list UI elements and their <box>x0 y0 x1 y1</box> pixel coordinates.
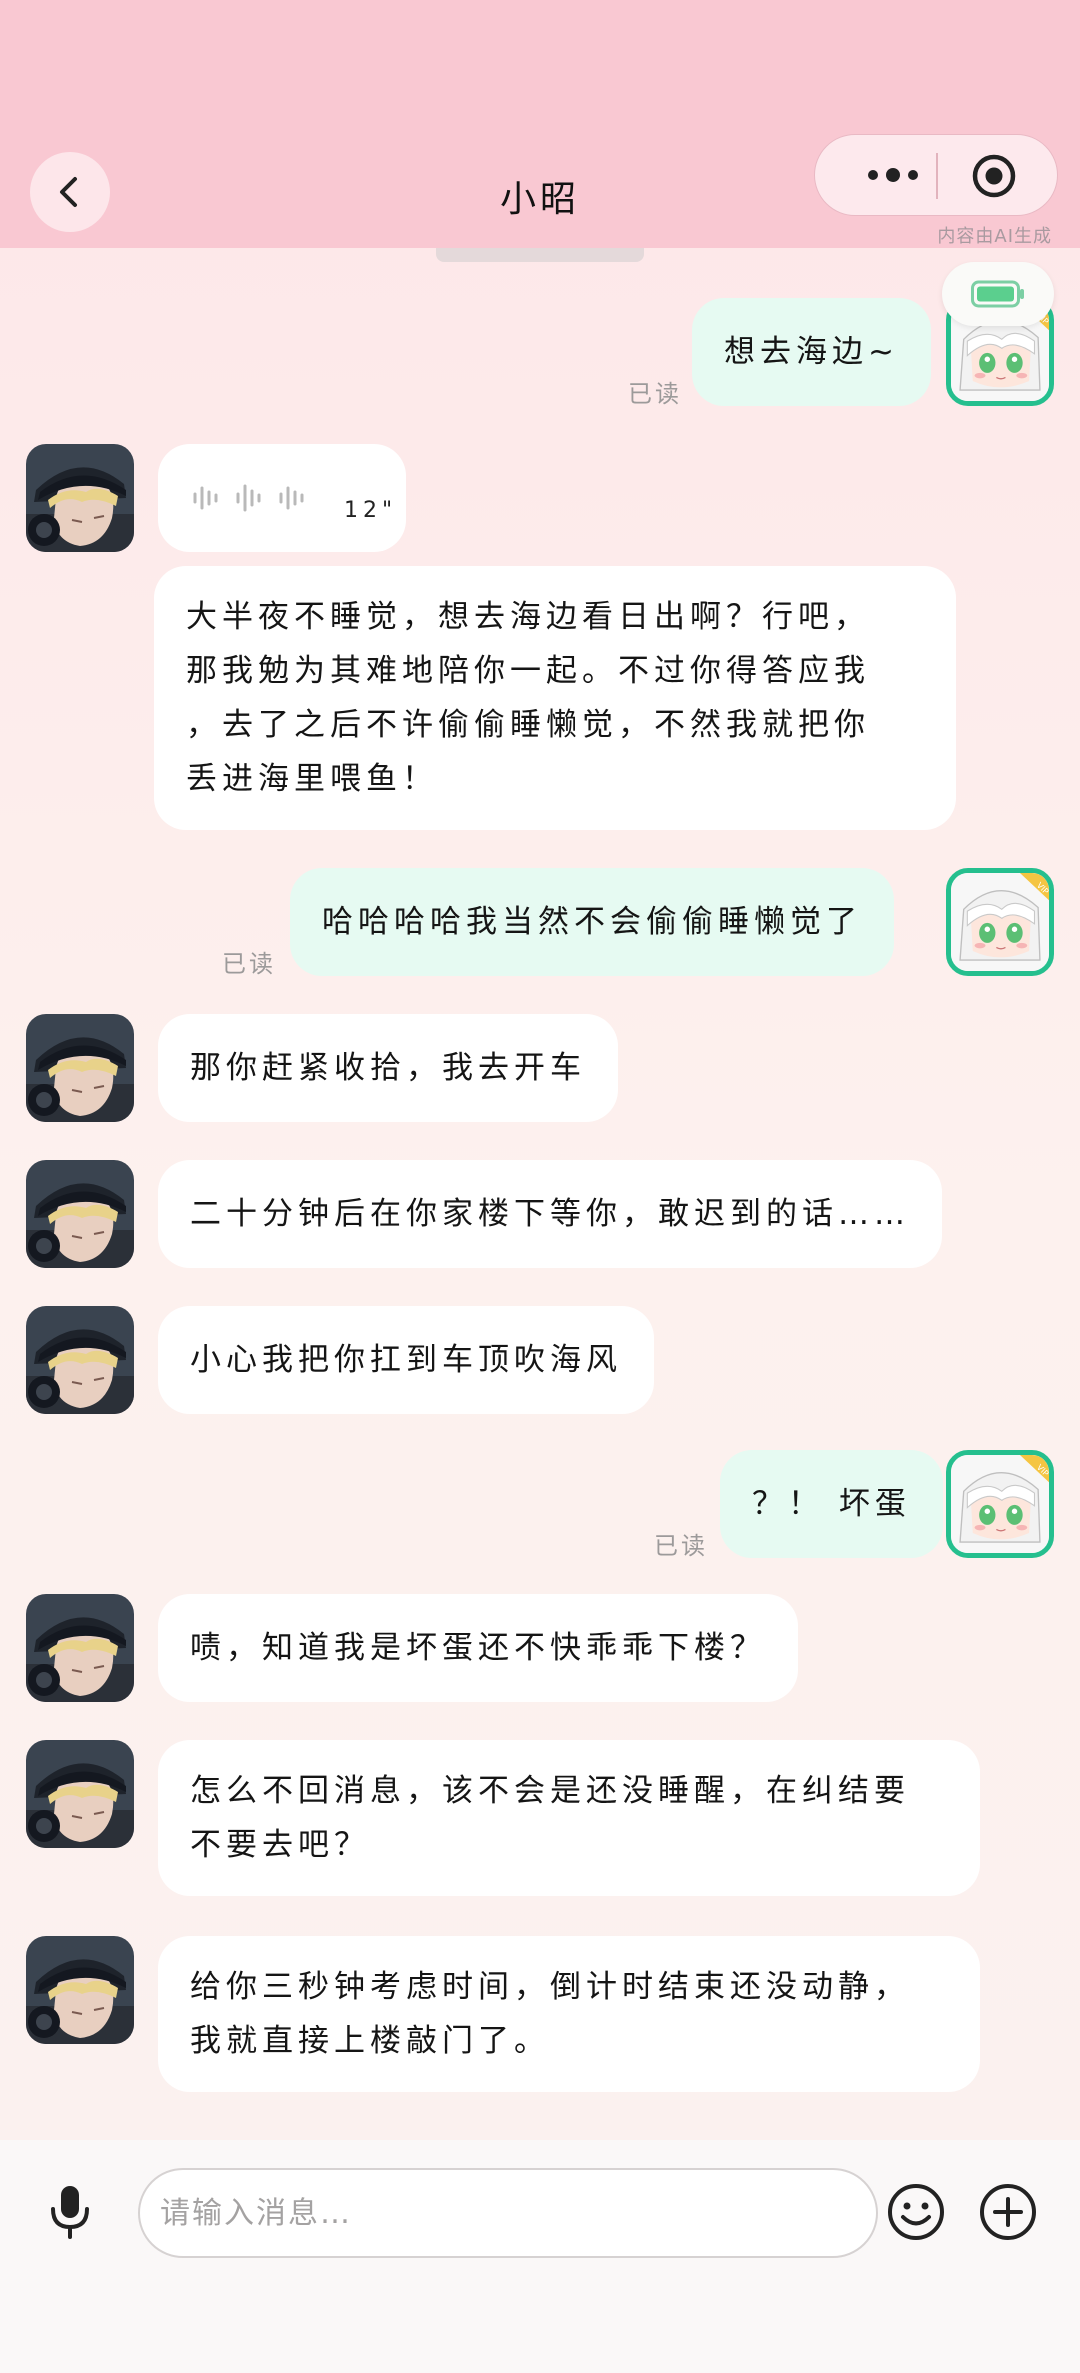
bot-avatar[interactable] <box>26 1306 134 1414</box>
capsule-divider <box>936 153 938 199</box>
user-avatar-image <box>951 1455 1049 1553</box>
chat-bubble-bot[interactable]: 怎么不回消息，该不会是还没睡醒，在纠结要 不要去吧？ <box>158 1740 980 1896</box>
character-avatar-image <box>26 1936 134 2044</box>
chat-bubble-bot[interactable]: 小心我把你扛到车顶吹海风 <box>158 1306 654 1414</box>
character-avatar-image <box>26 1014 134 1122</box>
mini-program-capsule <box>814 134 1058 216</box>
read-receipt: 已读 <box>628 380 682 408</box>
character-avatar-image <box>26 1740 134 1848</box>
bot-avatar[interactable] <box>26 1160 134 1268</box>
read-receipt: 已读 <box>654 1532 708 1560</box>
character-avatar-image <box>26 1306 134 1414</box>
battery-icon <box>971 280 1024 308</box>
message-line: ，去了之后不许偷偷睡懒觉，不然我就把你 <box>186 707 870 743</box>
character-avatar-image <box>26 444 134 552</box>
message-line: 给你三秒钟考虑时间，倒计时结束还没动静， <box>190 1969 910 2005</box>
pull-handle[interactable] <box>436 248 644 262</box>
chat-bubble-bot[interactable]: 那你赶紧收拾，我去开车 <box>158 1014 618 1122</box>
message-input[interactable] <box>140 2170 876 2256</box>
battery-indicator <box>942 262 1054 326</box>
message-line: 丢进海里喂鱼！ <box>186 761 438 797</box>
emoji-icon <box>888 2184 944 2240</box>
user-avatar-image <box>951 873 1049 971</box>
chat-bubble-me[interactable]: ？！ 坏蛋 <box>720 1450 943 1558</box>
character-avatar-image <box>26 1160 134 1268</box>
my-avatar[interactable] <box>946 1450 1054 1558</box>
voice-input-button[interactable] <box>34 2176 106 2248</box>
more-button[interactable] <box>853 149 933 201</box>
message-input-field[interactable] <box>138 2168 878 2258</box>
voice-message-bubble[interactable]: 12" <box>158 444 406 552</box>
chat-bubble-bot[interactable]: 啧，知道我是坏蛋还不快乖乖下楼？ <box>158 1594 798 1702</box>
message-line: 怎么不回消息，该不会是还没睡醒，在纠结要 <box>190 1773 910 1809</box>
my-avatar[interactable] <box>946 868 1054 976</box>
more-dots-icon <box>868 168 918 182</box>
character-avatar-image <box>26 1594 134 1702</box>
bot-avatar[interactable] <box>26 1740 134 1848</box>
bot-avatar[interactable] <box>26 444 134 552</box>
chat-bubble-me[interactable]: 想去海边~ <box>692 298 931 406</box>
message-line: 我就直接上楼敲门了。 <box>190 2023 550 2059</box>
add-button[interactable] <box>972 2176 1044 2248</box>
chat-bubble-bot[interactable]: 二十分钟后在你家楼下等你，敢迟到的话…… <box>158 1160 942 1268</box>
message-line: 不要去吧？ <box>190 1827 370 1863</box>
chat-bubble-bot[interactable]: 大半夜不睡觉，想去海边看日出啊？行吧， 那我勉为其难地陪你一起。不过你得答应我 … <box>154 566 956 830</box>
chat-bubble-me[interactable]: 哈哈哈哈我当然不会偷偷睡懒觉了 <box>290 868 894 976</box>
message-line: 那我勉为其难地陪你一起。不过你得答应我 <box>186 653 870 689</box>
ai-generated-note: 内容由AI生成 <box>937 226 1052 247</box>
bot-avatar[interactable] <box>26 1936 134 2044</box>
plus-circle-icon <box>980 2184 1036 2240</box>
microphone-icon <box>51 2186 89 2239</box>
voice-duration: 12" <box>344 498 398 523</box>
close-mini-program-button[interactable] <box>965 147 1023 205</box>
voice-wave-icon <box>193 484 304 512</box>
bot-avatar[interactable] <box>26 1594 134 1702</box>
target-icon <box>972 154 1016 198</box>
emoji-button[interactable] <box>880 2176 952 2248</box>
bot-avatar[interactable] <box>26 1014 134 1122</box>
message-line: 大半夜不睡觉，想去海边看日出啊？行吧， <box>186 599 870 635</box>
read-receipt: 已读 <box>222 950 276 978</box>
chat-bubble-bot[interactable]: 给你三秒钟考虑时间，倒计时结束还没动静， 我就直接上楼敲门了。 <box>158 1936 980 2092</box>
